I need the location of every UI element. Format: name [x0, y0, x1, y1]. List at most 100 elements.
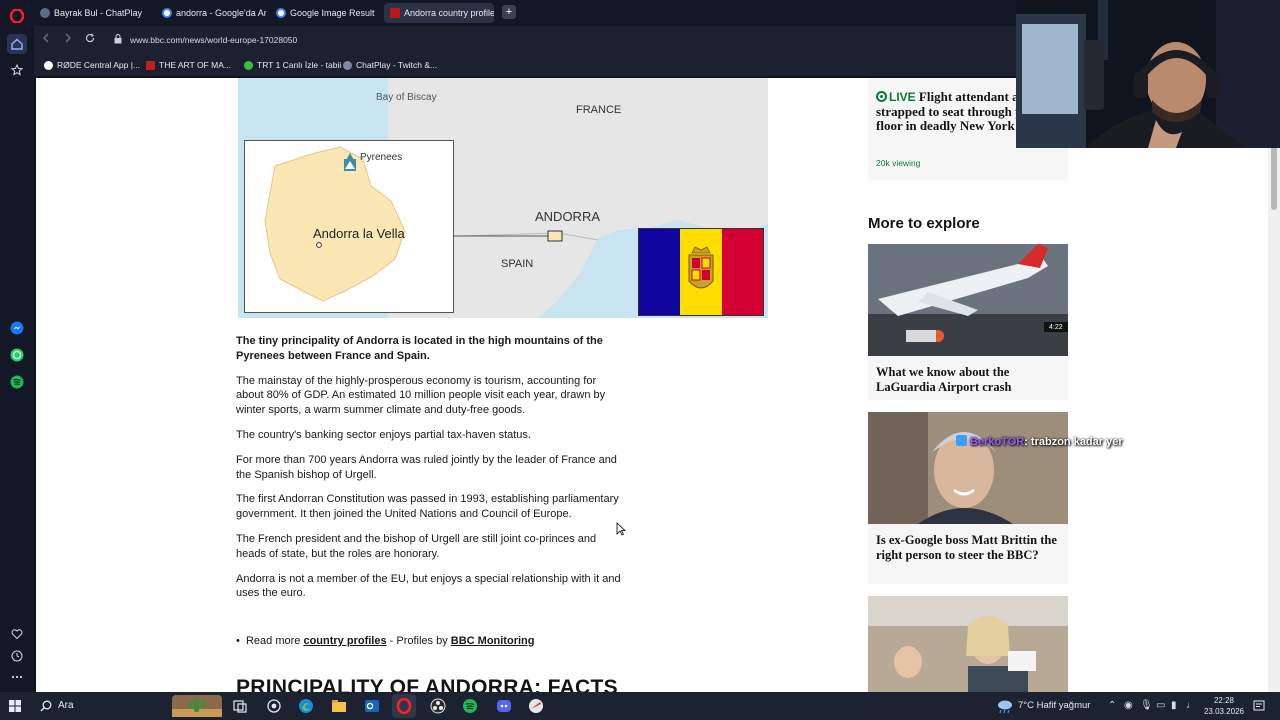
bbc-monitoring-link[interactable]: BBC Monitoring	[451, 635, 535, 647]
live-badge: LIVE	[876, 90, 916, 104]
search-highlight-cactus-icon	[172, 695, 222, 717]
map-label-andorra-la-vella: Andorra la Vella	[313, 226, 405, 241]
tray-network-icon[interactable]: ▮	[1171, 700, 1177, 711]
andorra-location-map: Bay of Biscay FRANCE Pyrenees Andorra la…	[238, 78, 768, 318]
flag-blue-stripe	[639, 229, 681, 315]
tab-google-image[interactable]: Google Image Result	[270, 3, 380, 23]
story-card-laguardia[interactable]: 4:22 What we know about the LaGuardia Ai…	[868, 244, 1068, 400]
spotify-taskbar-icon[interactable]	[462, 698, 478, 714]
clock-time: 22:28	[1213, 696, 1235, 705]
country-profiles-link[interactable]: country profiles	[303, 635, 386, 647]
tab-label: Bayrak Bul - ChatPlay	[54, 8, 143, 18]
address-toolbar: www.bbc.com/news/world-europe-17028050	[34, 26, 1016, 54]
map-label-france: FRANCE	[576, 104, 622, 116]
tab-google-search[interactable]: andorra - Google'da Ara	[156, 3, 266, 23]
url-text: www.bbc.com/news/world-europe-17028050	[130, 35, 298, 45]
bookmark-label: TRT 1 Canlı İzle - tabii	[257, 60, 342, 70]
article-paragraph: The first Andorran Constitution was pass…	[236, 493, 619, 521]
tab-andorra-profile[interactable]: Andorra country profile -	[384, 3, 494, 23]
edge-icon[interactable]	[298, 698, 314, 714]
forward-icon[interactable]	[60, 32, 76, 48]
more-to-explore-heading: More to explore	[868, 215, 980, 232]
whatsapp-icon[interactable]	[7, 345, 27, 365]
portrait-image	[868, 412, 1068, 524]
article-paragraph: The country's banking sector enjoys part…	[236, 428, 531, 441]
bookmark-art-of-ma[interactable]: THE ART OF MA...	[146, 60, 231, 70]
tab-bayrak-bul[interactable]: Bayrak Bul - ChatPlay	[34, 3, 152, 23]
app-taskbar-icon[interactable]	[528, 698, 544, 714]
tray-microphone-icon[interactable]: 🎙	[1140, 700, 1153, 711]
article-paragraph: The mainstay of the highly-prosperous ec…	[236, 374, 606, 417]
article-paragraph: Andorra is not a member of the EU, but e…	[236, 572, 621, 600]
read-more-prefix: Read more	[245, 635, 304, 647]
opera-browser-icon	[396, 698, 412, 714]
read-more-middle: - Profiles by	[386, 635, 451, 647]
bookmark-trt1[interactable]: TRT 1 Canlı İzle - tabii	[244, 60, 341, 70]
bookmarks-star-icon[interactable]	[7, 60, 27, 80]
search-label: Ara	[58, 700, 74, 711]
tray-chevron-icon[interactable]: ⌃	[1108, 700, 1116, 711]
tab-label: Andorra country profile -	[404, 8, 494, 18]
flag-red-stripe	[721, 229, 763, 315]
weather-rain-icon[interactable]	[996, 697, 1014, 715]
tray-display-icon[interactable]: ▭	[1156, 700, 1165, 711]
address-bar[interactable]: www.bbc.com/news/world-europe-17028050	[108, 30, 1008, 50]
taskbar-clock[interactable]: 22:28 23.03.2026	[1200, 695, 1248, 717]
story-thumbnail-portrait[interactable]	[868, 412, 1068, 524]
discord-icon[interactable]	[496, 698, 512, 714]
stream-chat-message: BerkoTOR: trabzon kadar yer	[956, 435, 1123, 448]
article-paragraph: The French president and the bishop of U…	[236, 532, 597, 560]
tab-label: andorra - Google'da Ara	[176, 8, 266, 18]
file-explorer-icon[interactable]	[331, 698, 347, 714]
article-body: The tiny principality of Andorra is loca…	[236, 334, 626, 611]
story-thumbnail-plane[interactable]: 4:22	[868, 244, 1068, 356]
story-card-third[interactable]	[868, 596, 1068, 692]
mouse-cursor-icon	[616, 522, 626, 536]
coat-of-arms-icon	[688, 246, 714, 289]
windows-start-icon[interactable]	[9, 700, 21, 712]
taskbar-search[interactable]: Ara	[34, 694, 224, 718]
bookmark-label: THE ART OF MA...	[159, 60, 231, 70]
bookmark-rode[interactable]: RØDE Central App |...	[44, 60, 140, 70]
history-clock-icon[interactable]	[7, 646, 27, 666]
andorra-flag	[638, 228, 764, 316]
tray-volume-icon[interactable]: ♩	[1186, 700, 1196, 711]
opera-logo-icon[interactable]	[7, 6, 27, 26]
chat-message: : trabzon kadar yer	[1024, 436, 1123, 448]
heart-icon[interactable]	[7, 624, 27, 644]
outlook-icon[interactable]	[364, 698, 380, 714]
story-thumbnail-family[interactable]	[868, 596, 1068, 692]
map-label-pyrenees: Pyrenees	[360, 152, 403, 163]
story-headline[interactable]: What we know about the LaGuardia Airport…	[876, 365, 1062, 394]
messenger-icon[interactable]	[7, 318, 27, 338]
map-label-bay-of-biscay: Bay of Biscay	[376, 92, 437, 103]
art-of-ma-icon	[146, 60, 155, 70]
chat-username: BerkoTOR	[970, 436, 1025, 448]
chat-badge-icon	[956, 435, 967, 446]
bookmark-label: ChatPlay - Twitch &...	[356, 60, 438, 70]
home-icon[interactable]	[7, 34, 27, 54]
live-dot-icon	[876, 91, 887, 102]
task-view-icon[interactable]	[232, 698, 248, 714]
bookmark-chatplay[interactable]: ChatPlay - Twitch &...	[343, 60, 437, 70]
bookmarks-bar: RØDE Central App |... THE ART OF MA... T…	[34, 54, 1016, 76]
notification-icon[interactable]	[1253, 700, 1265, 712]
tray-record-icon[interactable]: ◉	[1124, 700, 1133, 711]
back-icon[interactable]	[38, 32, 54, 48]
windows-taskbar: Ara 7°C Hafif yağmur ⌃ ◉ 🎙 ▭ ▮ ♩ 22:28 2…	[0, 692, 1280, 720]
reload-icon[interactable]	[82, 32, 98, 48]
page-scrollbar[interactable]	[1268, 78, 1280, 692]
family-image	[868, 596, 1068, 692]
new-tab-button[interactable]: +	[502, 5, 516, 19]
chatgpt-icon[interactable]	[266, 698, 282, 714]
weather-text[interactable]: 7°C Hafif yağmur	[1018, 700, 1090, 711]
live-viewing-count: 20k viewing	[876, 158, 921, 168]
obs-icon[interactable]	[430, 698, 446, 714]
opera-taskbar-active[interactable]	[392, 694, 416, 718]
more-dots-icon[interactable]	[7, 667, 27, 687]
bbc-page: Bay of Biscay FRANCE Pyrenees Andorra la…	[36, 78, 1268, 692]
live-badge-label: LIVE	[889, 90, 916, 104]
clock-date: 23.03.2026	[1203, 707, 1245, 716]
story-headline[interactable]: Is ex-Google boss Matt Brittin the right…	[876, 533, 1062, 562]
spotify-icon[interactable]	[7, 372, 27, 392]
